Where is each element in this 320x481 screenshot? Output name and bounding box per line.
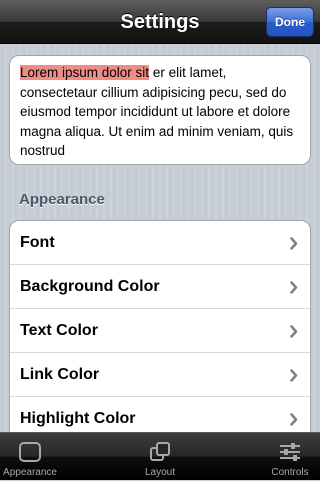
row-label: Font xyxy=(20,234,55,251)
chevron-right-icon xyxy=(290,237,298,250)
settings-row-font[interactable]: Font xyxy=(10,221,310,265)
square-icon xyxy=(18,439,42,465)
appearance-settings-list: Font Background Color Text Color Link Co… xyxy=(9,220,311,460)
tab-label: Layout xyxy=(144,467,176,478)
settings-row-link-color[interactable]: Link Color xyxy=(10,353,310,397)
chevron-right-icon xyxy=(290,413,298,426)
row-label: Link Color xyxy=(20,366,100,383)
navigation-bar: Settings Done xyxy=(0,0,320,44)
row-label: Background Color xyxy=(20,278,160,295)
tab-appearance[interactable]: Appearance xyxy=(0,433,70,481)
sliders-icon xyxy=(278,439,302,465)
highlighted-text: Lorem ipsum dolor sit xyxy=(20,65,150,80)
layers-icon xyxy=(148,439,172,465)
tab-controls[interactable]: Controls xyxy=(250,433,320,481)
tab-layout[interactable]: Layout xyxy=(120,433,200,481)
tab-label: Appearance xyxy=(3,467,57,478)
chevron-right-icon xyxy=(290,369,298,382)
tab-bar: Appearance Layout Controls xyxy=(0,432,320,480)
tab-label: Controls xyxy=(271,467,309,478)
settings-row-background-color[interactable]: Background Color xyxy=(10,265,310,309)
text-preview: Lorem ipsum dolor sit er elit lamet, con… xyxy=(9,55,311,165)
chevron-right-icon xyxy=(290,281,298,294)
section-header-appearance: Appearance xyxy=(19,191,105,208)
settings-row-text-color[interactable]: Text Color xyxy=(10,309,310,353)
done-button[interactable]: Done xyxy=(266,7,314,37)
row-label: Text Color xyxy=(20,322,98,339)
chevron-right-icon xyxy=(290,325,298,338)
